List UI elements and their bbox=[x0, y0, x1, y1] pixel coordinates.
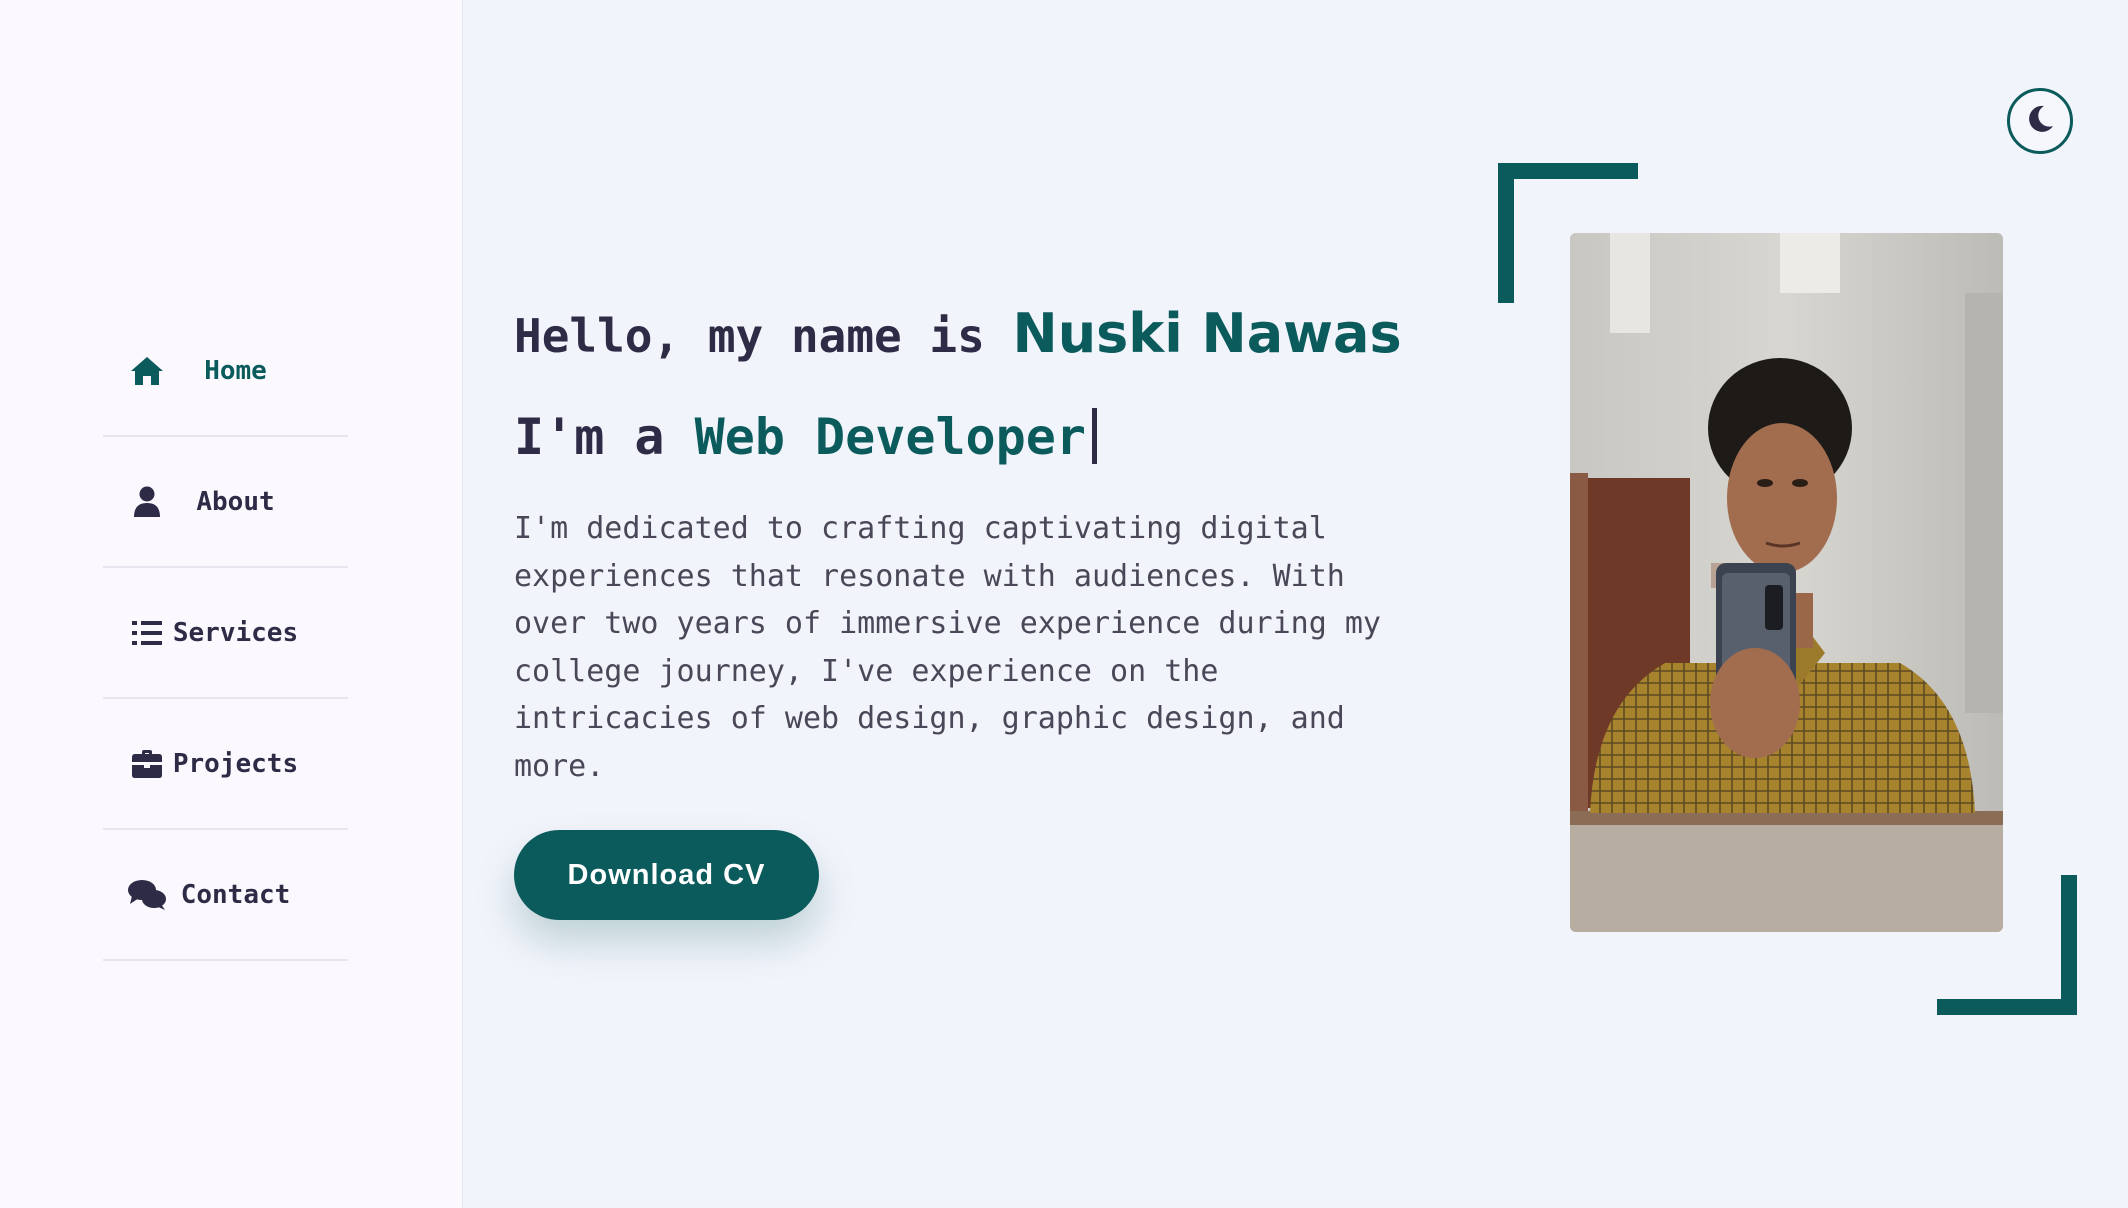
hero-name: Nuski Nawas bbox=[1012, 302, 1402, 365]
nav-item-home[interactable]: Home bbox=[103, 306, 348, 437]
hero-description: I'm dedicated to crafting captivating di… bbox=[514, 511, 1381, 784]
nav-item-services[interactable]: Services bbox=[103, 568, 348, 699]
chat-icon bbox=[128, 876, 166, 914]
greeting-prefix: Hello, my name is bbox=[514, 309, 1013, 363]
nav-label-services: Services bbox=[172, 617, 299, 648]
nav-label-projects: Projects bbox=[172, 748, 299, 779]
download-cv-button[interactable]: Download CV bbox=[514, 830, 819, 920]
home-icon bbox=[128, 352, 166, 390]
role-prefix: I'm a bbox=[514, 408, 695, 466]
nav-item-about[interactable]: About bbox=[103, 437, 348, 568]
typing-cursor bbox=[1091, 408, 1097, 464]
briefcase-icon bbox=[128, 745, 166, 783]
nav-label-home: Home bbox=[204, 355, 267, 386]
user-icon bbox=[128, 483, 166, 521]
nav-label-about: About bbox=[196, 486, 275, 517]
profile-photo bbox=[1570, 233, 2003, 932]
sidebar-nav: Home About Services Projects Contact bbox=[103, 306, 348, 961]
profile-photo-illustration bbox=[1570, 233, 2003, 932]
nav-item-contact[interactable]: Contact bbox=[103, 830, 348, 961]
role-heading: I'm a Web Developer bbox=[514, 408, 1097, 466]
theme-toggle-button[interactable] bbox=[2007, 88, 2073, 154]
sidebar: Home About Services Projects Contact bbox=[0, 0, 463, 1208]
role-title: Web Developer bbox=[694, 408, 1086, 466]
greeting-heading: Hello, my name is Nuski Nawas bbox=[514, 302, 1402, 365]
nav-label-contact: Contact bbox=[180, 879, 291, 910]
list-icon bbox=[128, 614, 166, 652]
nav-item-projects[interactable]: Projects bbox=[103, 699, 348, 830]
moon-icon bbox=[2025, 104, 2055, 138]
